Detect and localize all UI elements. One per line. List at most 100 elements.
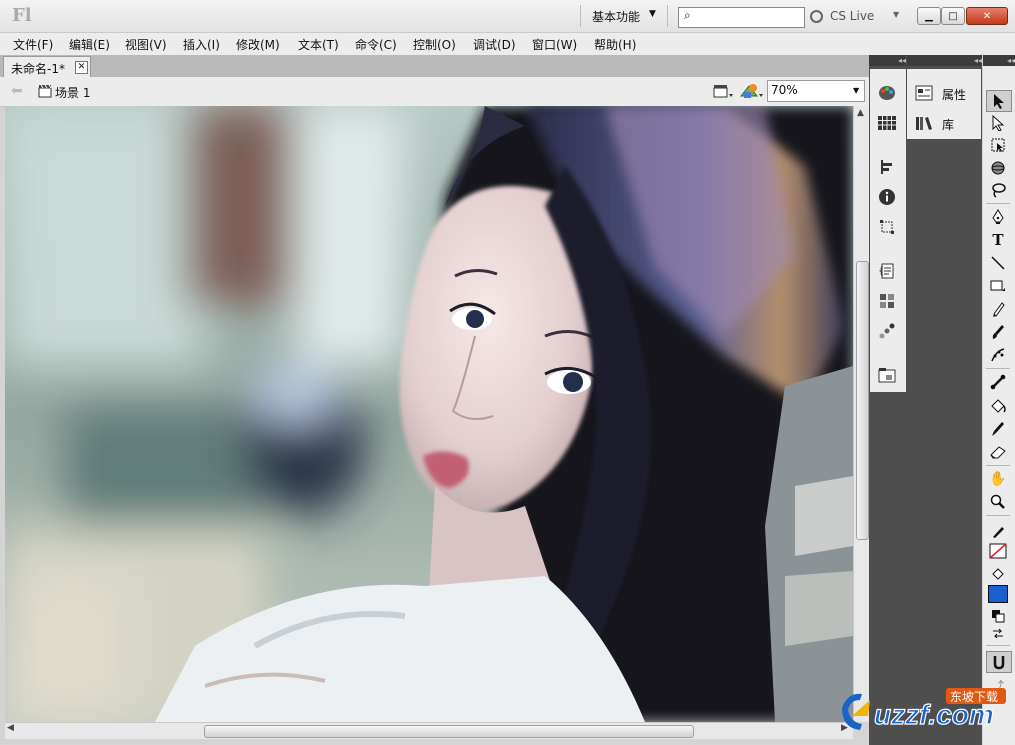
close-icon[interactable]: ✕	[75, 61, 88, 74]
document-tab[interactable]: 未命名-1* ✕	[3, 56, 91, 77]
pen-tool-icon[interactable]	[986, 207, 1010, 227]
menu-control[interactable]: 控制(O)	[413, 36, 456, 53]
minimize-icon: ▁	[925, 10, 933, 22]
menu-view[interactable]: 视图(V)	[125, 36, 167, 53]
zoom-value: 70%	[771, 83, 798, 97]
edit-scene-icon[interactable]	[712, 82, 734, 100]
transform-panel-icon[interactable]	[877, 217, 897, 237]
document-tab-bar: 未命名-1* ✕	[0, 55, 869, 77]
cs-live-icon	[810, 10, 823, 23]
lasso-tool-icon[interactable]	[986, 180, 1010, 200]
panel-icon-strip: {	[870, 69, 906, 392]
swap-colors-icon[interactable]	[986, 623, 1010, 643]
motion-presets-panel-icon[interactable]	[877, 321, 897, 341]
collapse-panel-icon[interactable]: ◂◂	[907, 55, 982, 66]
free-transform-tool-icon[interactable]	[986, 135, 1010, 155]
separator	[986, 203, 1010, 204]
hand-tool-icon[interactable]: ✋	[986, 469, 1010, 489]
horizontal-scroll-thumb[interactable]	[204, 725, 694, 738]
menu-edit[interactable]: 编辑(E)	[69, 36, 110, 53]
collapse-panel-icon[interactable]: ◂◂	[869, 55, 906, 66]
separator	[667, 5, 668, 27]
horizontal-scrollbar[interactable]: ◀ ▶	[5, 722, 853, 739]
stage-photo	[5, 106, 853, 722]
workspace-switcher[interactable]: 基本功能	[592, 8, 640, 25]
search-icon: ⌕	[684, 8, 691, 22]
properties-panel-tab[interactable]: 属性	[942, 86, 966, 103]
scene-label[interactable]: 场景 1	[55, 84, 90, 101]
menu-bar: 文件(F) 编辑(E) 视图(V) 插入(I) 修改(M) 文本(T) 命令(C…	[0, 33, 1015, 55]
watermark-badge: 东坡下载	[950, 690, 998, 704]
3d-rotation-tool-icon[interactable]	[986, 158, 1010, 178]
fill-color-swatch[interactable]	[986, 584, 1010, 604]
menu-window[interactable]: 窗口(W)	[532, 36, 577, 53]
eyedropper-tool-icon[interactable]	[986, 419, 1010, 439]
stroke-pencil-icon[interactable]	[986, 522, 1010, 542]
back-arrow-icon[interactable]: ⬅	[11, 83, 23, 99]
components-panel-icon[interactable]	[877, 291, 897, 311]
scroll-left-icon[interactable]: ◀	[7, 723, 14, 733]
menu-text[interactable]: 文本(T)	[298, 36, 339, 53]
selection-tool-icon[interactable]	[986, 90, 1012, 112]
document-tab-label: 未命名-1*	[11, 62, 65, 76]
chevron-down-icon: ▼	[853, 86, 860, 95]
scroll-up-icon[interactable]: ▲	[857, 108, 864, 118]
edit-symbol-icon[interactable]	[739, 82, 765, 100]
swatches-panel-icon[interactable]	[877, 113, 897, 133]
zoom-select[interactable]: 70% ▼	[767, 80, 865, 102]
close-button[interactable]: ✕	[966, 7, 1008, 25]
info-panel-icon[interactable]	[877, 187, 897, 207]
menu-modify[interactable]: 修改(M)	[236, 36, 280, 53]
maximize-button[interactable]: □	[941, 7, 965, 25]
bone-tool-icon[interactable]	[986, 372, 1010, 392]
collapse-panel-icon[interactable]: ◂◂	[983, 55, 1015, 66]
separator	[986, 465, 1010, 466]
watermark-logo: uzzf.com 东坡下载	[838, 686, 1010, 732]
maximize-icon: □	[948, 10, 958, 22]
text-tool-icon[interactable]: T	[986, 230, 1010, 250]
svg-text:{: {	[878, 266, 884, 277]
menu-debug[interactable]: 调试(D)	[473, 36, 516, 53]
subselection-tool-icon[interactable]	[986, 113, 1010, 133]
library-panel-tab[interactable]: 库	[942, 116, 954, 133]
separator	[986, 368, 1010, 369]
menu-commands[interactable]: 命令(C)	[355, 36, 397, 53]
fill-bucket-icon[interactable]	[986, 564, 1010, 584]
edit-bar: ⬅ 场景 1 70% ▼	[0, 77, 869, 107]
stroke-color-swatch[interactable]	[986, 541, 1010, 561]
chevron-down-icon[interactable]: ▼	[893, 10, 899, 19]
menu-help[interactable]: 帮助(H)	[594, 36, 636, 53]
brush-tool-icon[interactable]	[986, 322, 1010, 342]
separator	[580, 5, 581, 27]
paint-bucket-tool-icon[interactable]	[986, 396, 1010, 416]
deco-tool-icon[interactable]	[986, 345, 1010, 365]
stage-canvas[interactable]	[5, 106, 853, 722]
tools-panel: ◂◂ T ✋ ⤴	[983, 55, 1015, 745]
pencil-tool-icon[interactable]	[986, 299, 1010, 319]
separator	[986, 645, 1010, 646]
snap-to-objects-icon[interactable]	[986, 651, 1012, 673]
vertical-scrollbar[interactable]: ▲	[853, 106, 870, 722]
title-bar: Fl 基本功能 ▼ ⌕ CS Live ▼ ▁ □ ✕	[0, 0, 1015, 33]
project-panel-icon[interactable]	[877, 365, 897, 385]
help-search-input[interactable]	[678, 7, 805, 28]
cs-live-button[interactable]: CS Live	[830, 9, 874, 23]
chevron-down-icon[interactable]: ▼	[649, 9, 656, 19]
zoom-tool-icon[interactable]	[986, 492, 1010, 512]
library-icon[interactable]	[915, 115, 933, 131]
menu-insert[interactable]: 插入(I)	[183, 36, 220, 53]
line-tool-icon[interactable]	[986, 253, 1010, 273]
rectangle-tool-icon[interactable]	[986, 276, 1010, 296]
properties-library-panel: 属性 库	[907, 69, 981, 139]
eraser-tool-icon[interactable]	[986, 442, 1010, 462]
minimize-button[interactable]: ▁	[917, 7, 941, 25]
align-panel-icon[interactable]	[877, 157, 897, 177]
clapperboard-icon	[38, 84, 52, 98]
vertical-scroll-thumb[interactable]	[856, 261, 869, 540]
separator	[986, 515, 1010, 516]
app-logo: Fl	[12, 5, 32, 26]
code-snippets-panel-icon[interactable]: {	[877, 261, 897, 281]
menu-file[interactable]: 文件(F)	[13, 36, 53, 53]
properties-icon[interactable]	[915, 85, 933, 101]
color-panel-icon[interactable]	[877, 83, 897, 103]
